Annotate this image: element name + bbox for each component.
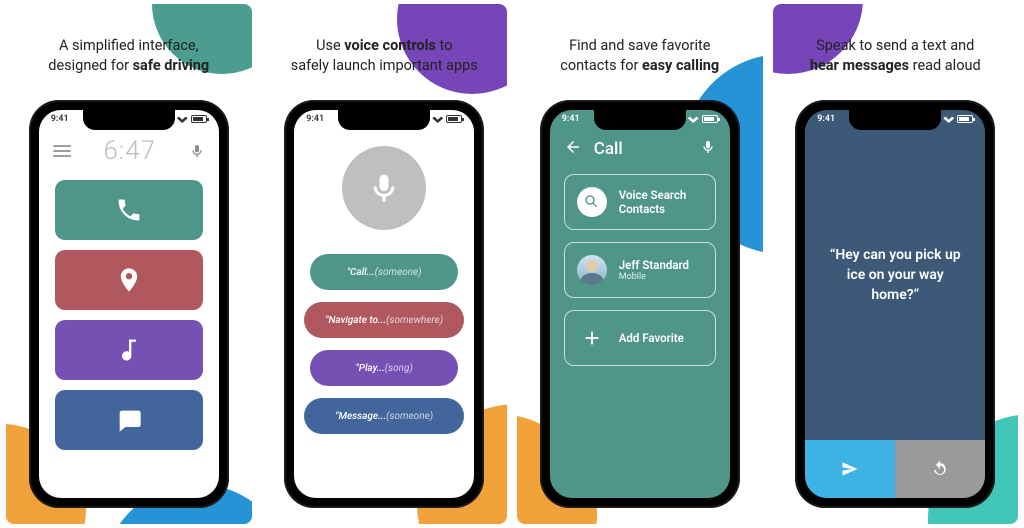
panel-caption: Find and save favorite contacts for easy… xyxy=(544,4,735,96)
plus-icon xyxy=(577,323,607,353)
message-tile[interactable] xyxy=(55,390,203,450)
status-time: 9:41 xyxy=(817,114,835,124)
panel-caption: Speak to send a text and hear messages r… xyxy=(794,4,997,96)
avatar xyxy=(577,255,607,285)
voice-hint-message[interactable]: "Message...(someone) xyxy=(304,398,464,434)
search-mic-icon xyxy=(577,187,607,217)
promo-panel-1: A simplified interface, designed for saf… xyxy=(6,4,252,524)
card-label: Add Favorite xyxy=(619,331,684,345)
music-tile[interactable] xyxy=(55,320,203,380)
status-time: 9:41 xyxy=(562,114,580,124)
voice-hint-navigate[interactable]: "Navigate to...(somewhere) xyxy=(304,302,464,338)
transcribed-message: “Hey can you pick up ice on your way hom… xyxy=(805,110,985,440)
page-title: Call xyxy=(594,139,688,159)
mic-icon[interactable] xyxy=(189,143,205,159)
mic-icon[interactable] xyxy=(700,139,716,159)
phone-notch xyxy=(83,110,175,130)
retry-button[interactable] xyxy=(895,440,985,498)
call-tile[interactable] xyxy=(55,180,203,240)
panel-caption: A simplified interface, designed for saf… xyxy=(32,4,225,96)
clock-display: 6:47 xyxy=(103,136,156,166)
card-label: Voice SearchContacts xyxy=(619,188,687,217)
phone-frame: 9:41 6:47 xyxy=(29,100,229,508)
promo-panel-2: Use voice controls to safely launch impo… xyxy=(262,4,508,524)
add-favorite-button[interactable]: Add Favorite xyxy=(564,310,716,366)
voice-mic-button[interactable] xyxy=(342,146,426,230)
status-time: 9:41 xyxy=(51,114,69,124)
voice-hint-play[interactable]: "Play...(song) xyxy=(310,350,458,386)
contact-name: Jeff Standard xyxy=(619,258,689,272)
phone-frame: 9:41 “Hey can you pick up ice on your wa… xyxy=(795,100,995,508)
send-button[interactable] xyxy=(805,440,895,498)
voice-search-contacts[interactable]: Voice SearchContacts xyxy=(564,174,716,230)
phone-notch xyxy=(594,110,686,130)
menu-icon[interactable] xyxy=(53,145,71,157)
phone-notch xyxy=(338,110,430,130)
phone-frame: 9:41 Call Voice SearchContacts xyxy=(540,100,740,508)
promo-panel-3: Find and save favorite contacts for easy… xyxy=(517,4,763,524)
contact-type: Mobile xyxy=(619,272,689,282)
phone-notch xyxy=(849,110,941,130)
contact-card[interactable]: Jeff Standard Mobile xyxy=(564,242,716,298)
status-time: 9:41 xyxy=(306,114,324,124)
promo-panel-4: Speak to send a text and hear messages r… xyxy=(773,4,1019,524)
panel-caption: Use voice controls to safely launch impo… xyxy=(275,4,494,96)
back-icon[interactable] xyxy=(564,138,582,160)
voice-hint-call[interactable]: "Call...(someone) xyxy=(310,254,458,290)
navigate-tile[interactable] xyxy=(55,250,203,310)
phone-frame: 9:41 "Call...(someone) "Navigate to...(s… xyxy=(284,100,484,508)
